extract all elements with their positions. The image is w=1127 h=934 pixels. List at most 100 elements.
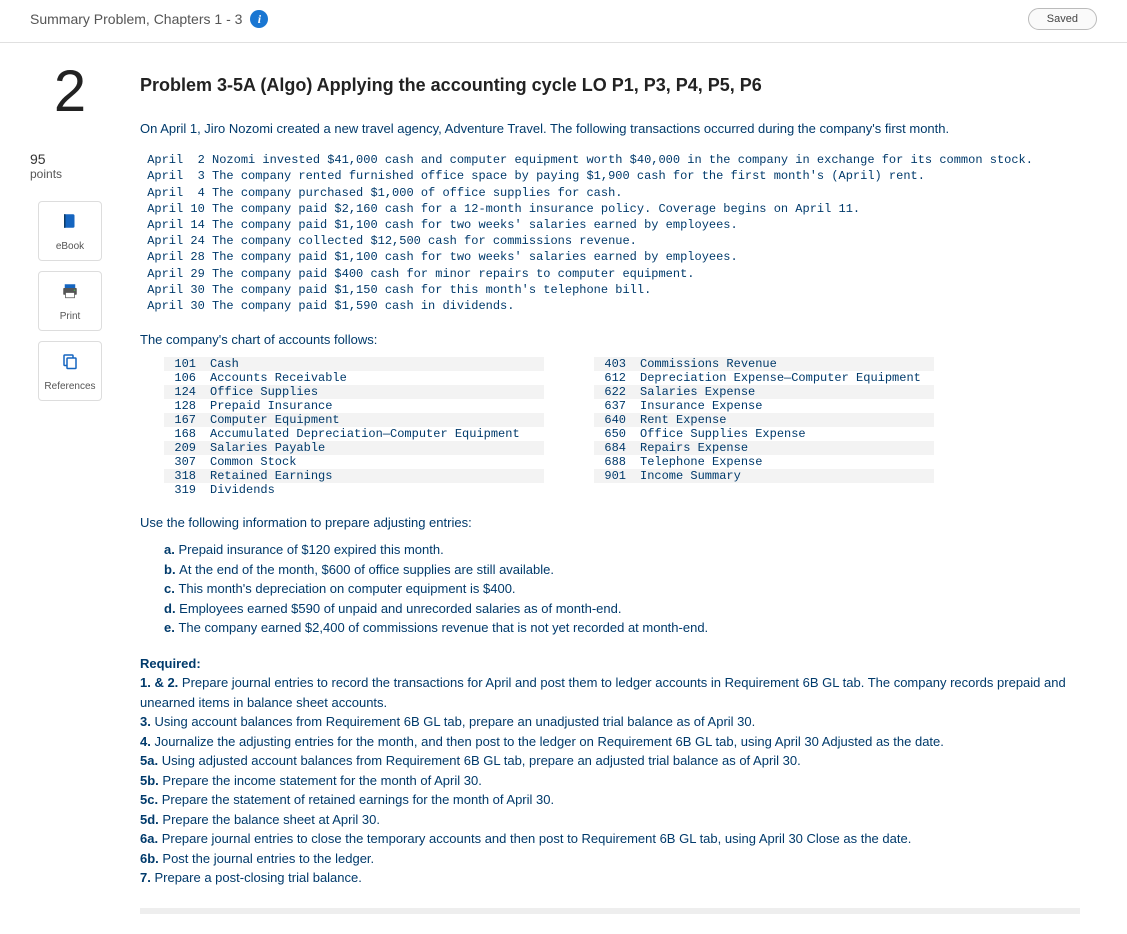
coa-row: 128Prepaid Insurance bbox=[164, 399, 544, 413]
required-item: 7. Prepare a post-closing trial balance. bbox=[140, 868, 1080, 888]
coa-account-number: 612 bbox=[598, 371, 626, 385]
coa-account-name: Insurance Expense bbox=[640, 399, 762, 413]
coa-account-number: 167 bbox=[168, 413, 196, 427]
required-item-text: Prepare journal entries to close the tem… bbox=[162, 831, 912, 846]
required-item-label: 6a. bbox=[140, 831, 162, 846]
required-item-text: Post the journal entries to the ledger. bbox=[162, 851, 374, 866]
breadcrumb-wrap: Summary Problem, Chapters 1 - 3 i bbox=[30, 10, 268, 28]
transactions-block: April 2 Nozomi invested $41,000 cash and… bbox=[140, 152, 1080, 314]
coa-account-number: 688 bbox=[598, 455, 626, 469]
coa-account-name: Office Supplies Expense bbox=[640, 427, 806, 441]
required-item: 5b. Prepare the income statement for the… bbox=[140, 771, 1080, 791]
required-item-label: 5b. bbox=[140, 773, 162, 788]
required-item: 5d. Prepare the balance sheet at April 3… bbox=[140, 810, 1080, 830]
required-item: 6a. Prepare journal entries to close the… bbox=[140, 829, 1080, 849]
adjusting-item-text: The company earned $2,400 of commissions… bbox=[178, 620, 708, 635]
book-icon bbox=[61, 212, 79, 235]
coa-row: 684 Repairs Expense bbox=[594, 441, 934, 455]
required-item-text: Prepare a post-closing trial balance. bbox=[154, 870, 361, 885]
print-button[interactable]: Print bbox=[38, 271, 102, 331]
coa-row: 168 Accumulated Depreciation—Computer Equ… bbox=[164, 427, 544, 441]
required-item-label: 6b. bbox=[140, 851, 162, 866]
coa-label: The company's chart of accounts follows: bbox=[140, 332, 1080, 347]
coa-account-number: 637 bbox=[598, 399, 626, 413]
references-button[interactable]: References bbox=[38, 341, 102, 401]
coa-row: 612Depreciation Expense—Computer Equipme… bbox=[594, 371, 934, 385]
required-item-text: Journalize the adjusting entries for the… bbox=[154, 734, 943, 749]
adjusting-label: Use the following information to prepare… bbox=[140, 515, 1080, 530]
coa-account-name: Salaries Expense bbox=[640, 385, 755, 399]
chart-of-accounts: 101 Cash106Accounts Receivable124 Office S… bbox=[164, 357, 1080, 497]
adjusting-item-text: Employees earned $590 of unpaid and unre… bbox=[179, 601, 621, 616]
coa-account-name: Office Supplies bbox=[210, 385, 318, 399]
content-area: Problem 3-5A (Algo) Applying the account… bbox=[140, 63, 1080, 914]
ebook-label: eBook bbox=[56, 241, 84, 252]
coa-account-number: 650 bbox=[598, 427, 626, 441]
coa-right-col: 403 Commissions Revenue612Depreciation Ex… bbox=[594, 357, 934, 497]
coa-row: 167Computer Equipment bbox=[164, 413, 544, 427]
copy-icon bbox=[61, 352, 79, 375]
coa-account-number: 101 bbox=[168, 357, 196, 371]
adjusting-item-text: Prepaid insurance of $120 expired this m… bbox=[178, 542, 443, 557]
adjusting-item-text: This month's depreciation on computer eq… bbox=[178, 581, 515, 596]
adjusting-list: a. Prepaid insurance of $120 expired thi… bbox=[164, 540, 1080, 638]
coa-account-number: 128 bbox=[168, 399, 196, 413]
coa-account-name: Cash bbox=[210, 357, 239, 371]
coa-row: 101 Cash bbox=[164, 357, 544, 371]
coa-account-name: Accumulated Depreciation—Computer Equipm… bbox=[210, 427, 520, 441]
ebook-button[interactable]: eBook bbox=[38, 201, 102, 261]
main-area: 2 95 points eBook Print References Probl… bbox=[0, 43, 1127, 934]
saved-status: Saved bbox=[1028, 8, 1097, 30]
left-column: 2 95 points eBook Print References bbox=[30, 63, 110, 914]
adjusting-item-label: d. bbox=[164, 601, 179, 616]
adjusting-item-label: a. bbox=[164, 542, 178, 557]
required-item-text: Prepare the statement of retained earnin… bbox=[162, 792, 554, 807]
coa-account-number: 622 bbox=[598, 385, 626, 399]
coa-account-name: Commissions Revenue bbox=[640, 357, 777, 371]
required-item-label: 3. bbox=[140, 714, 154, 729]
coa-row: 209 Salaries Payable bbox=[164, 441, 544, 455]
coa-row: 124 Office Supplies bbox=[164, 385, 544, 399]
required-item: 4. Journalize the adjusting entries for … bbox=[140, 732, 1080, 752]
required-item-text: Prepare the balance sheet at April 30. bbox=[162, 812, 380, 827]
coa-account-number: 403 bbox=[598, 357, 626, 371]
coa-account-name: Salaries Payable bbox=[210, 441, 325, 455]
info-icon[interactable]: i bbox=[250, 10, 268, 28]
required-item: 6b. Post the journal entries to the ledg… bbox=[140, 849, 1080, 869]
coa-account-name: Common Stock bbox=[210, 455, 296, 469]
required-item-label: 7. bbox=[140, 870, 154, 885]
adjusting-item: a. Prepaid insurance of $120 expired thi… bbox=[164, 540, 1080, 560]
required-item-label: 5a. bbox=[140, 753, 162, 768]
coa-account-name: Repairs Expense bbox=[640, 441, 748, 455]
adjusting-item-label: e. bbox=[164, 620, 178, 635]
coa-left-col: 101 Cash106Accounts Receivable124 Office S… bbox=[164, 357, 544, 497]
top-bar: Summary Problem, Chapters 1 - 3 i Saved bbox=[0, 0, 1127, 43]
adjusting-item-text: At the end of the month, $600 of office … bbox=[179, 562, 554, 577]
required-header: Required: bbox=[140, 654, 1080, 674]
required-block: Required: 1. & 2. Prepare journal entrie… bbox=[140, 654, 1080, 888]
required-item-label: 5c. bbox=[140, 792, 162, 807]
coa-account-number: 106 bbox=[168, 371, 196, 385]
required-item: 1. & 2. Prepare journal entries to recor… bbox=[140, 673, 1080, 712]
points-value: 95 bbox=[30, 151, 110, 167]
required-item-label: 1. & 2. bbox=[140, 675, 182, 690]
adjusting-item-label: c. bbox=[164, 581, 178, 596]
coa-row: 650 Office Supplies Expense bbox=[594, 427, 934, 441]
intro-text: On April 1, Jiro Nozomi created a new tr… bbox=[140, 120, 1080, 138]
points-label: points bbox=[30, 167, 110, 181]
coa-row: 106Accounts Receivable bbox=[164, 371, 544, 385]
required-list: 1. & 2. Prepare journal entries to recor… bbox=[140, 673, 1080, 888]
coa-account-name: Retained Earnings bbox=[210, 469, 332, 483]
coa-account-number: 168 bbox=[168, 427, 196, 441]
coa-account-number: 319 bbox=[168, 483, 196, 497]
coa-account-name: Income Summary bbox=[640, 469, 741, 483]
points-block: 95 points bbox=[30, 151, 110, 181]
breadcrumb: Summary Problem, Chapters 1 - 3 bbox=[30, 11, 242, 27]
coa-account-number: 307 bbox=[168, 455, 196, 469]
required-item-label: 4. bbox=[140, 734, 154, 749]
coa-account-number: 209 bbox=[168, 441, 196, 455]
required-item-label: 5d. bbox=[140, 812, 162, 827]
required-item: 3. Using account balances from Requireme… bbox=[140, 712, 1080, 732]
coa-account-number: 124 bbox=[168, 385, 196, 399]
coa-account-number: 684 bbox=[598, 441, 626, 455]
